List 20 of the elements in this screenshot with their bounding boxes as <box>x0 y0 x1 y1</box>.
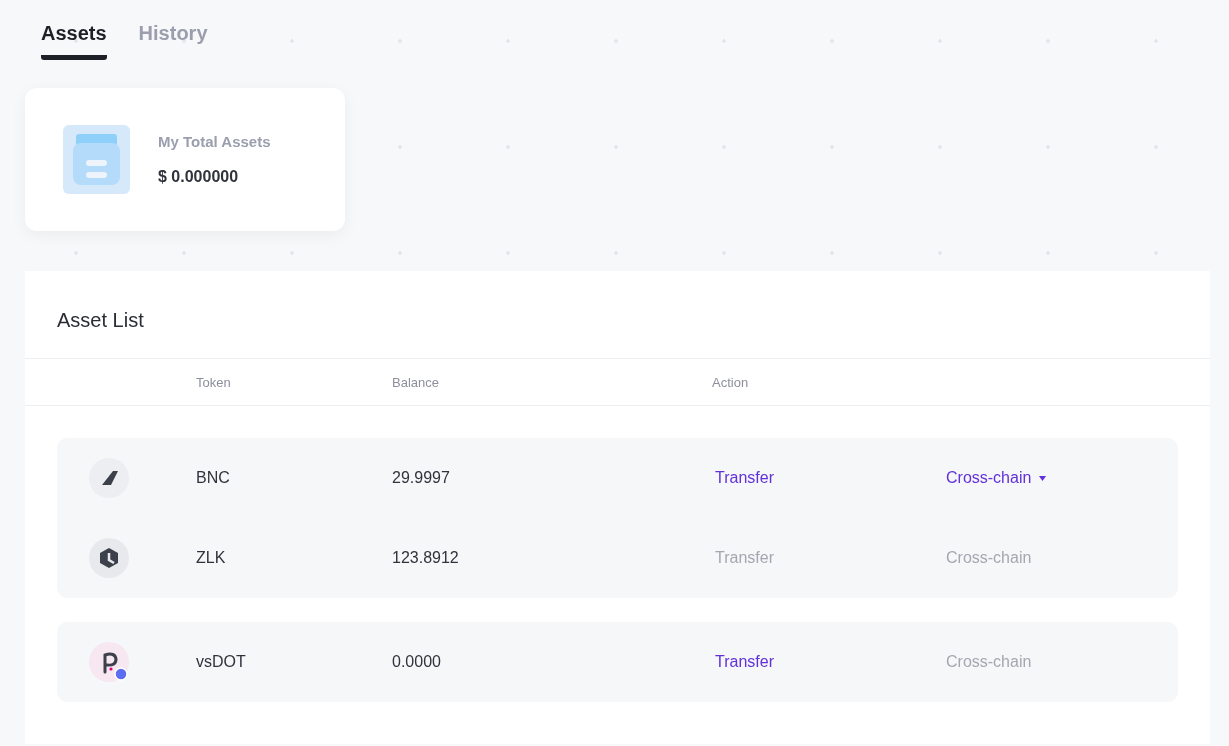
summary-value: $ 0.000000 <box>158 168 240 186</box>
summary-label: My Total Assets <box>158 133 271 150</box>
transfer-link[interactable]: Transfer <box>712 469 774 487</box>
token-name: vsDOT <box>196 653 247 671</box>
token-name: ZLK <box>196 549 227 567</box>
column-header: Action <box>712 374 750 390</box>
balance-value: 29.9997 <box>392 469 451 487</box>
balance-value: 0.0000 <box>392 653 442 671</box>
token-name: BNC <box>196 469 231 487</box>
tab[interactable]: Assets <box>41 20 107 60</box>
column-header: Token <box>196 374 232 390</box>
balance-value: 123.8912 <box>392 549 460 567</box>
wallet-icon <box>63 125 130 194</box>
panel-title: Asset List <box>56 308 145 333</box>
token-logo-icon <box>89 458 129 498</box>
transfer-link[interactable]: Transfer <box>712 653 774 671</box>
cross-chain-link[interactable]: Cross-chain <box>943 469 1047 487</box>
token-logo-icon <box>89 538 129 578</box>
column-header: Balance <box>392 374 440 390</box>
token-logo-icon <box>89 642 131 684</box>
